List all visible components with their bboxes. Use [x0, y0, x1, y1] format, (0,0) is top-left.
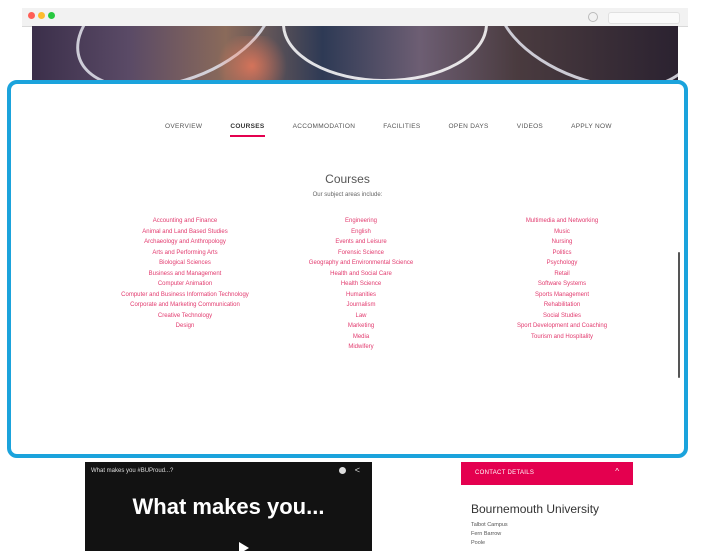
- course-link[interactable]: Rehabilitation: [544, 300, 580, 311]
- course-column-3: Multimedia and Networking Music Nursing …: [469, 216, 655, 342]
- course-link[interactable]: Animal and Land Based Studies: [142, 227, 227, 238]
- course-link[interactable]: Sport Development and Coaching: [517, 321, 607, 332]
- contact-details-label: CONTACT DETAILS: [475, 470, 535, 476]
- hero-arch: [478, 26, 678, 84]
- browser-chrome: [22, 8, 688, 27]
- course-link[interactable]: Journalism: [346, 300, 375, 311]
- share-icon[interactable]: <: [355, 465, 360, 475]
- play-icon[interactable]: [239, 542, 249, 551]
- course-link[interactable]: Humanities: [346, 290, 376, 301]
- course-link[interactable]: Corporate and Marketing Communication: [130, 300, 240, 311]
- course-link[interactable]: Nursing: [552, 237, 573, 248]
- courses-panel: OVERVIEW COURSES ACCOMMODATION FACILITIE…: [7, 80, 688, 458]
- course-link[interactable]: Health and Social Care: [330, 269, 392, 280]
- contact-details-toggle[interactable]: CONTACT DETAILS ^: [461, 462, 633, 485]
- scrollbar[interactable]: [678, 252, 680, 378]
- course-link[interactable]: Sports Management: [535, 290, 589, 301]
- course-column-2: Engineering English Events and Leisure F…: [271, 216, 451, 353]
- tab-videos[interactable]: VIDEOS: [503, 120, 557, 134]
- course-link[interactable]: Design: [176, 321, 195, 332]
- tab-apply-now[interactable]: APPLY NOW: [557, 120, 626, 134]
- chevron-up-icon: ^: [615, 467, 619, 476]
- course-column-1: Accounting and Finance Animal and Land B…: [95, 216, 275, 332]
- courses-heading: Courses: [325, 172, 370, 186]
- close-window-icon[interactable]: [28, 12, 35, 19]
- maximize-window-icon[interactable]: [48, 12, 55, 19]
- course-link[interactable]: Geography and Environmental Science: [309, 258, 413, 269]
- course-link[interactable]: Midwifery: [348, 342, 373, 353]
- course-link[interactable]: Marketing: [348, 321, 374, 332]
- courses-subtitle: Our subject areas include:: [312, 192, 383, 198]
- video-player[interactable]: What makes you #BUProud...? < What makes…: [85, 462, 372, 551]
- course-link[interactable]: Multimedia and Networking: [526, 216, 598, 227]
- hero-glow: [212, 36, 292, 84]
- hero-banner: [32, 26, 678, 84]
- course-link[interactable]: Law: [355, 311, 366, 322]
- course-link[interactable]: Creative Technology: [158, 311, 212, 322]
- course-link[interactable]: Music: [554, 227, 570, 238]
- video-headline: What makes you...: [132, 494, 325, 519]
- course-link[interactable]: Engineering: [345, 216, 377, 227]
- course-link[interactable]: Events and Leisure: [335, 237, 386, 248]
- course-link[interactable]: Politics: [552, 248, 571, 259]
- course-link[interactable]: Biological Sciences: [159, 258, 211, 269]
- tab-facilities[interactable]: FACILITIES: [369, 120, 434, 134]
- video-title: What makes you #BUProud...?: [91, 468, 174, 474]
- tab-accommodation[interactable]: ACCOMMODATION: [279, 120, 370, 134]
- course-link[interactable]: Computer Animation: [158, 279, 212, 290]
- course-link[interactable]: Social Studies: [543, 311, 581, 322]
- clock-icon[interactable]: [339, 467, 346, 474]
- course-link[interactable]: Business and Management: [149, 269, 222, 280]
- minimize-window-icon[interactable]: [38, 12, 45, 19]
- tab-open-days[interactable]: OPEN DAYS: [435, 120, 503, 134]
- course-link[interactable]: Health Science: [341, 279, 381, 290]
- course-link[interactable]: Accounting and Finance: [153, 216, 217, 227]
- course-link[interactable]: Tourism and Hospitality: [531, 332, 593, 343]
- course-link[interactable]: Retail: [554, 269, 569, 280]
- browser-window: OVERVIEW COURSES ACCOMMODATION FACILITIE…: [0, 0, 702, 551]
- course-link[interactable]: English: [351, 227, 371, 238]
- course-link[interactable]: Arts and Performing Arts: [152, 248, 217, 259]
- course-link[interactable]: Media: [353, 332, 369, 343]
- tab-bar: OVERVIEW COURSES ACCOMMODATION FACILITIE…: [151, 120, 626, 137]
- course-link[interactable]: Forensic Science: [338, 248, 384, 259]
- tab-courses[interactable]: COURSES: [216, 120, 278, 137]
- address-line: Poole: [471, 540, 486, 546]
- address-line: Fern Barrow: [471, 531, 502, 537]
- course-link[interactable]: Software Systems: [538, 279, 586, 290]
- course-link[interactable]: Archaeology and Anthropology: [144, 237, 226, 248]
- search-icon[interactable]: [588, 12, 598, 22]
- address-line: Talbot Campus: [471, 522, 508, 528]
- hero-arch: [282, 26, 488, 82]
- search-field[interactable]: [608, 12, 680, 24]
- course-link[interactable]: Psychology: [547, 258, 578, 269]
- tab-overview[interactable]: OVERVIEW: [151, 120, 216, 134]
- course-link[interactable]: Computer and Business Information Techno…: [121, 290, 249, 301]
- university-name: Bournemouth University: [471, 502, 600, 516]
